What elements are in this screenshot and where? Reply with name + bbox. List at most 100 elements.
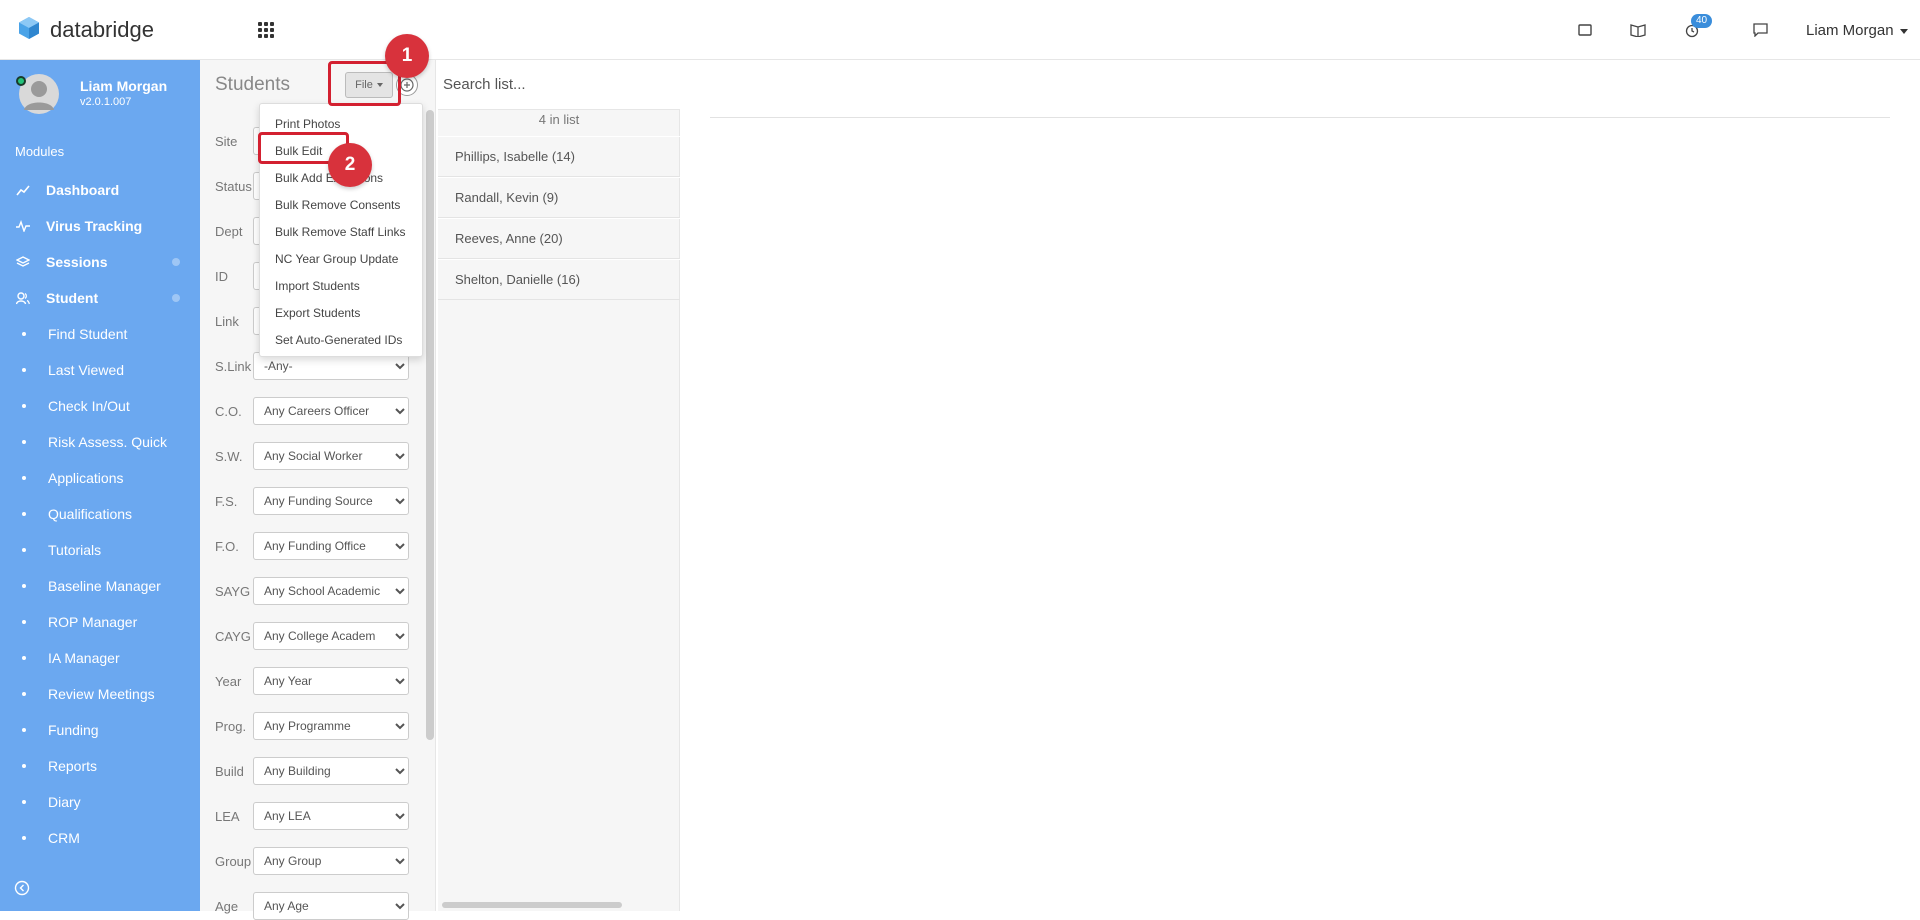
databridge-logo-icon [18,16,40,43]
menu-item[interactable]: Export Students [260,299,422,326]
book-icon[interactable] [1628,20,1648,40]
sidebar-subitem[interactable]: Tutorials [0,532,200,568]
bullet-icon [22,548,26,552]
filter-row: CAYG Any College Academ [215,622,409,650]
expand-indicator-icon [172,258,180,266]
brand[interactable]: databridge [18,16,154,43]
notification-badge: 40 [1691,14,1713,28]
top-bar: databridge 40 Liam Morgan [0,0,1920,60]
sidebar-item-student[interactable]: Student [0,280,200,316]
filter-select[interactable]: Any Building [253,757,409,785]
bullet-icon [22,692,26,696]
filter-select[interactable]: Any Year [253,667,409,695]
filter-label: F.S. [215,493,238,509]
search-box [438,60,680,110]
list-item[interactable]: Reeves, Anne (20) [438,218,680,259]
list-item[interactable]: Phillips, Isabelle (14) [438,136,680,177]
filter-label: S.Link [215,358,252,374]
filter-row: Group Any Group [215,847,409,875]
filter-label: LEA [215,808,240,824]
sidebar-subitem[interactable]: Last Viewed [0,352,200,388]
sidebar-subitem[interactable]: Funding [0,712,200,748]
bullet-icon [22,476,26,480]
apps-grid-icon[interactable] [258,22,274,38]
sidebar-subitem-label: Funding [48,722,99,738]
list-scrollbar[interactable] [442,902,622,908]
list-item[interactable]: Shelton, Danielle (16) [438,259,680,300]
sidebar-subitem-label: Find Student [48,326,128,342]
sidebar-subitem[interactable]: CRM [0,820,200,856]
sidebar-item-label: Dashboard [46,182,120,198]
app-version: v2.0.1.007 [80,96,132,108]
filter-row: F.S. Any Funding Source [215,487,409,515]
collapse-sidebar-icon[interactable] [14,880,30,899]
sidebar-item-dashboard[interactable]: Dashboard [0,172,200,208]
chevron-down-icon [1899,28,1908,34]
chat-icon[interactable] [1750,20,1770,40]
sidebar-subitem-label: Last Viewed [48,362,125,378]
filter-label: Prog. [215,718,247,734]
filter-row: C.O. Any Careers Officer [215,397,409,425]
filter-select[interactable]: Any School Academic [253,577,409,605]
sidebar-subitem[interactable]: Find Student [0,316,200,352]
filter-select[interactable]: Any Social Worker [253,442,409,470]
search-input[interactable] [438,60,668,108]
sidebar-subitem[interactable]: Review Meetings [0,676,200,712]
menu-item[interactable]: Bulk Remove Consents [260,191,422,218]
filter-label: Dept [215,223,243,239]
list-item[interactable]: Randall, Kevin (9) [438,177,680,218]
sidebar-subitem[interactable]: Reports [0,748,200,784]
sidebar-subitem[interactable]: Diary [0,784,200,820]
filter-label: S.W. [215,448,243,464]
sidebar-subitem[interactable]: Applications [0,460,200,496]
sidebar-subitem[interactable]: IA Manager [0,640,200,676]
sidebar-subitem[interactable]: ROP Manager [0,604,200,640]
sidebar-item-sessions[interactable]: Sessions [0,244,200,280]
bullet-icon [22,440,26,444]
filter-select[interactable]: Any Funding Office [253,532,409,560]
sidebar-subitem-label: IA Manager [48,650,120,666]
filter-label: Link [215,313,239,329]
filter-row: F.O. Any Funding Office [215,532,409,560]
student-subnav: Find Student Last Viewed Check In/Out Risk … [0,316,200,856]
tablet-icon[interactable] [1575,20,1595,40]
menu-item[interactable]: Bulk Remove Staff Links [260,218,422,245]
bullet-icon [22,620,26,624]
menu-item[interactable]: Import Students [260,272,422,299]
bullet-icon [22,800,26,804]
filter-select[interactable]: Any Age [253,892,409,920]
sidebar-item-label: Virus Tracking [46,218,143,234]
filter-label: Build [215,763,244,779]
sidebar-subitem-label: Reports [48,758,98,774]
filter-select[interactable]: Any Programme [253,712,409,740]
sidebar-nav: Dashboard Virus Tracking Sessions Studen… [0,172,200,856]
sidebar-subitem[interactable]: Baseline Manager [0,568,200,604]
sidebar-subitem-label: Baseline Manager [48,578,161,594]
sidebar-subitem[interactable]: Risk Assess. Quick [0,424,200,460]
filter-row: S.W. Any Social Worker [215,442,409,470]
sidebar-item-virus-tracking[interactable]: Virus Tracking [0,208,200,244]
user-menu[interactable]: Liam Morgan [1806,22,1908,39]
filter-label: Group [215,853,252,869]
filter-select[interactable]: Any College Academ [253,622,409,650]
filter-select[interactable]: Any Funding Source [253,487,409,515]
list-count: 4 in list [538,112,580,127]
filter-row: Age Any Age [215,892,409,920]
filter-row: Prog. Any Programme [215,712,409,740]
filter-label: Age [215,898,239,914]
filter-select[interactable]: Any Careers Officer [253,397,409,425]
content-divider [710,117,1890,118]
menu-item[interactable]: NC Year Group Update [260,245,422,272]
filter-scrollbar[interactable] [426,110,434,740]
bullet-icon [22,836,26,840]
filter-select[interactable]: Any Group [253,847,409,875]
sidebar-subitem[interactable]: Check In/Out [0,388,200,424]
profile[interactable]: Liam Morgan v2.0.1.007 [14,74,167,114]
sidebar-subitem-label: CRM [48,830,80,846]
bullet-icon [22,764,26,768]
sidebar-subitem[interactable]: Qualifications [0,496,200,532]
menu-item[interactable]: Set Auto-Generated IDs [260,326,422,353]
avatar [14,74,64,114]
sidebar-subitem-label: Diary [48,794,81,810]
filter-select[interactable]: Any LEA [253,802,409,830]
